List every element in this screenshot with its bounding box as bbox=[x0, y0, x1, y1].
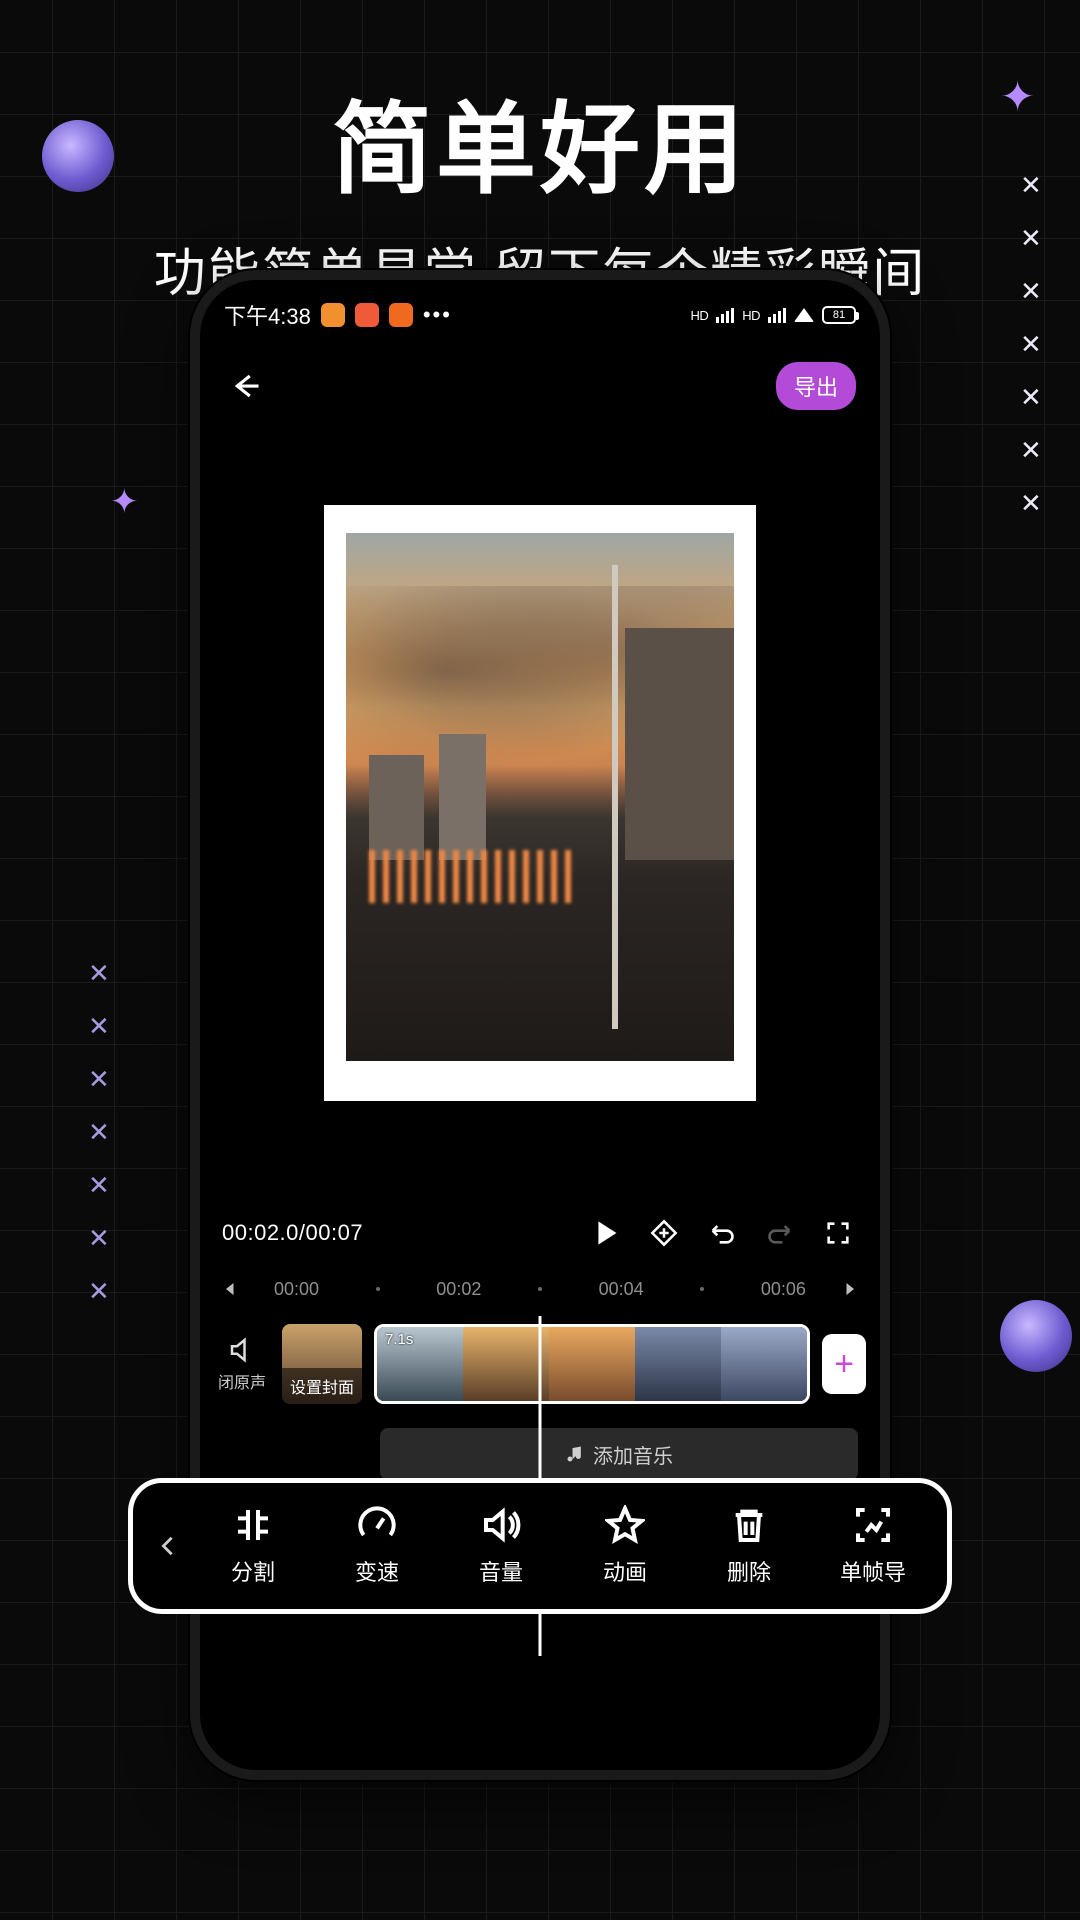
add-music-label: 添加音乐 bbox=[593, 1440, 673, 1469]
skip-end-icon bbox=[842, 1280, 860, 1298]
wifi-icon bbox=[794, 308, 814, 322]
ruler-tick: 00:02 bbox=[436, 1279, 481, 1300]
statusbar-app-icon bbox=[389, 303, 413, 327]
tool-label: 删除 bbox=[727, 1555, 771, 1587]
decoration-dot bbox=[1000, 1300, 1072, 1372]
tool-speed[interactable]: 变速 bbox=[315, 1505, 439, 1587]
trash-icon bbox=[729, 1505, 769, 1545]
play-button[interactable] bbox=[586, 1213, 626, 1253]
cover-label: 设置封面 bbox=[282, 1368, 362, 1404]
ruler-tick: 00:04 bbox=[599, 1279, 644, 1300]
redo-button[interactable] bbox=[760, 1213, 800, 1253]
editor-header: 导出 bbox=[200, 356, 880, 416]
clip-frame bbox=[635, 1327, 721, 1401]
set-cover-button[interactable]: 设置封面 bbox=[282, 1324, 362, 1404]
export-button[interactable]: 导出 bbox=[776, 362, 856, 410]
decoration-x-column: ✕✕✕✕✕✕✕ bbox=[88, 958, 110, 1307]
jump-end-button[interactable] bbox=[836, 1274, 866, 1304]
chevron-left-icon bbox=[157, 1529, 179, 1563]
clip-duration: 7.1s bbox=[385, 1331, 413, 1348]
photo-content bbox=[346, 533, 734, 1061]
playback-controls: 00:02.0/00:07 bbox=[200, 1204, 880, 1262]
plus-icon: + bbox=[834, 1345, 854, 1384]
split-icon bbox=[233, 1505, 273, 1545]
tray-collapse-button[interactable] bbox=[145, 1483, 191, 1609]
redo-icon bbox=[766, 1219, 794, 1247]
clip-frame bbox=[721, 1327, 807, 1401]
timeline-ruler[interactable]: 00:00 00:02 00:04 00:06 bbox=[200, 1266, 880, 1312]
fullscreen-button[interactable] bbox=[818, 1213, 858, 1253]
ruler-tick: 00:00 bbox=[274, 1279, 319, 1300]
video-clip[interactable]: 7.1s bbox=[374, 1324, 810, 1404]
mute-label: 闭原声 bbox=[218, 1369, 266, 1393]
tool-tray: 分割 变速 音量 动画 删除 单帧导 bbox=[128, 1478, 952, 1614]
keyframe-button[interactable] bbox=[644, 1213, 684, 1253]
skip-start-icon bbox=[220, 1280, 238, 1298]
frame-export-icon bbox=[853, 1505, 893, 1545]
add-music-button[interactable]: 添加音乐 bbox=[380, 1428, 858, 1480]
jump-start-button[interactable] bbox=[214, 1274, 244, 1304]
clip-frame bbox=[463, 1327, 549, 1401]
tool-frame-export[interactable]: 单帧导 bbox=[811, 1505, 935, 1587]
status-time: 下午4:38 bbox=[224, 299, 311, 331]
add-clip-button[interactable]: + bbox=[822, 1334, 866, 1394]
back-button[interactable] bbox=[224, 364, 268, 408]
statusbar-app-icon bbox=[321, 303, 345, 327]
play-icon bbox=[592, 1219, 620, 1247]
arrow-left-icon bbox=[231, 371, 261, 401]
tool-delete[interactable]: 删除 bbox=[687, 1505, 811, 1587]
battery-icon: 81 bbox=[822, 306, 856, 324]
tool-animation[interactable]: 动画 bbox=[563, 1505, 687, 1587]
playback-time: 00:02.0/00:07 bbox=[222, 1220, 363, 1246]
status-hd: HD bbox=[742, 308, 760, 323]
signal-bars-icon bbox=[716, 308, 734, 323]
diamond-plus-icon bbox=[650, 1219, 678, 1247]
headline-title: 简单好用 bbox=[0, 68, 1080, 213]
tool-label: 音量 bbox=[479, 1555, 523, 1587]
mute-original-button[interactable]: 闭原声 bbox=[214, 1335, 270, 1393]
tool-label: 动画 bbox=[603, 1555, 647, 1587]
speaker-icon bbox=[227, 1335, 257, 1365]
status-hd: HD bbox=[690, 308, 708, 323]
tool-label: 单帧导 bbox=[840, 1555, 906, 1587]
speedometer-icon bbox=[357, 1505, 397, 1545]
statusbar-app-icon bbox=[355, 303, 379, 327]
tool-split[interactable]: 分割 bbox=[191, 1505, 315, 1587]
undo-icon bbox=[708, 1219, 736, 1247]
sparkle-icon: ✦ bbox=[110, 482, 139, 522]
undo-button[interactable] bbox=[702, 1213, 742, 1253]
video-preview[interactable] bbox=[270, 416, 810, 1190]
tool-label: 分割 bbox=[231, 1555, 275, 1587]
tool-label: 变速 bbox=[355, 1555, 399, 1587]
star-icon bbox=[605, 1505, 645, 1545]
music-note-icon bbox=[565, 1444, 585, 1464]
clip-frame bbox=[549, 1327, 635, 1401]
photo-border bbox=[324, 505, 756, 1101]
signal-bars-icon bbox=[768, 308, 786, 323]
volume-icon bbox=[481, 1505, 521, 1545]
ruler-tick: 00:06 bbox=[761, 1279, 806, 1300]
phone-notch bbox=[435, 280, 645, 314]
expand-icon bbox=[824, 1219, 852, 1247]
tool-volume[interactable]: 音量 bbox=[439, 1505, 563, 1587]
